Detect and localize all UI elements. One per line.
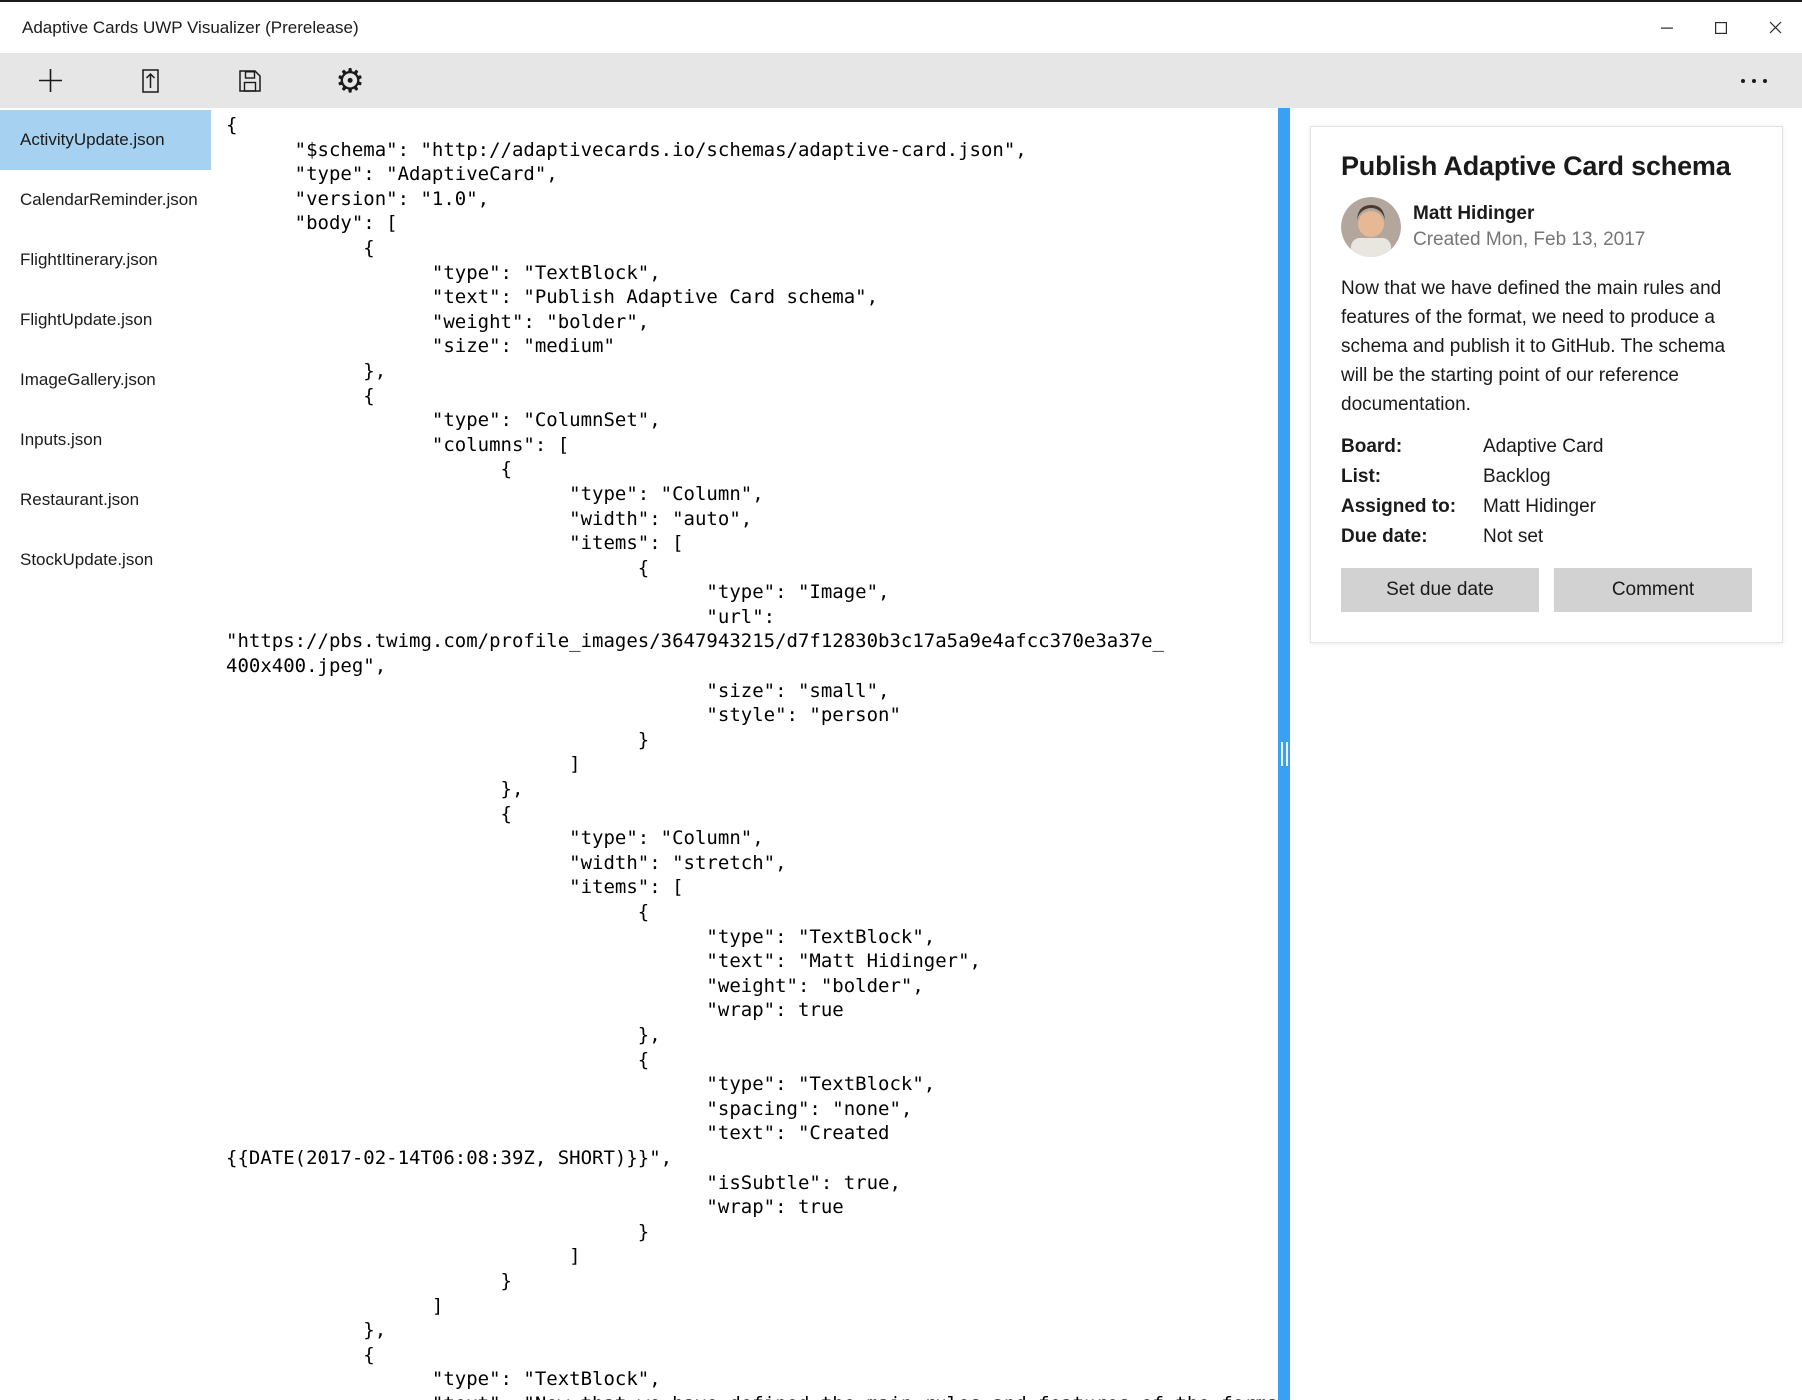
author-name: Matt Hidinger	[1413, 203, 1535, 224]
minimize-button[interactable]	[1640, 2, 1694, 53]
card-actions: Set due date Comment	[1341, 568, 1752, 612]
fact-value: Backlog	[1483, 466, 1551, 487]
maximize-button[interactable]	[1694, 2, 1748, 53]
title-bar: Adaptive Cards UWP Visualizer (Prereleas…	[0, 2, 1802, 53]
sidebar-item-restaurant[interactable]: Restaurant.json	[0, 470, 211, 530]
sidebar-item-activityupdate[interactable]: ActivityUpdate.json	[0, 110, 211, 170]
fact-label: Board:	[1341, 436, 1403, 457]
sidebar-item-imagegallery[interactable]: ImageGallery.json	[0, 350, 211, 410]
json-editor-pane: { "$schema": "http://adaptivecards.io/sc…	[211, 108, 1278, 1400]
app-window: Adaptive Cards UWP Visualizer (Prereleas…	[0, 0, 1802, 1400]
pane-splitter[interactable]	[1278, 108, 1290, 1400]
card-title: Publish Adaptive Card schema	[1341, 151, 1731, 181]
fact-value: Not set	[1483, 526, 1544, 547]
fact-label: List:	[1341, 466, 1382, 487]
more-button[interactable]	[1724, 53, 1784, 108]
toolbar: ⚙	[0, 53, 1802, 108]
settings-button[interactable]: ⚙	[314, 53, 386, 108]
splitter-grip-icon	[1280, 742, 1288, 766]
add-icon	[38, 69, 62, 92]
author-text: Matt Hidinger Created Mon, Feb 13, 2017	[1413, 203, 1645, 251]
window-controls	[1640, 2, 1802, 53]
open-file-button[interactable]	[114, 53, 186, 108]
json-code[interactable]: { "$schema": "http://adaptivecards.io/sc…	[211, 108, 1278, 1400]
save-button[interactable]	[214, 53, 286, 108]
fact-value: Matt Hidinger	[1483, 496, 1596, 517]
card-description: Now that we have defined the main rules …	[1341, 278, 1726, 415]
fact-value: Adaptive Card	[1483, 436, 1604, 457]
card-preview-pane: Publish Adaptive Card schema Matt Hiding…	[1290, 108, 1802, 1400]
fact-label: Assigned to:	[1341, 496, 1457, 517]
sidebar-item-stockupdate[interactable]: StockUpdate.json	[0, 530, 211, 590]
adaptive-card: Publish Adaptive Card schema Matt Hiding…	[1310, 126, 1783, 643]
open-file-icon	[142, 68, 159, 93]
fact-row: Due date: Not set	[1341, 522, 1752, 552]
window-title: Adaptive Cards UWP Visualizer (Prereleas…	[22, 17, 359, 37]
close-button[interactable]	[1748, 2, 1802, 53]
fact-row: Board: Adaptive Card	[1341, 432, 1752, 462]
main-content: ActivityUpdate.json CalendarReminder.jso…	[0, 108, 1802, 1400]
fact-row: Assigned to: Matt Hidinger	[1341, 492, 1752, 522]
avatar	[1341, 197, 1401, 257]
sidebar-item-flightupdate[interactable]: FlightUpdate.json	[0, 290, 211, 350]
file-list: ActivityUpdate.json CalendarReminder.jso…	[0, 108, 211, 1400]
close-icon	[1769, 21, 1781, 34]
new-card-button[interactable]	[14, 53, 86, 108]
sidebar-item-inputs[interactable]: Inputs.json	[0, 410, 211, 470]
save-icon	[239, 69, 261, 92]
sidebar-item-flightitinerary[interactable]: FlightItinerary.json	[0, 230, 211, 290]
sidebar-item-calendarreminder[interactable]: CalendarReminder.json	[0, 170, 211, 230]
set-due-date-button[interactable]: Set due date	[1341, 568, 1539, 612]
author-block: Matt Hidinger Created Mon, Feb 13, 2017	[1341, 197, 1752, 257]
minimize-icon	[1661, 27, 1673, 29]
fact-set: Board: Adaptive Card List: Backlog Assig…	[1341, 432, 1752, 552]
more-icon	[1741, 78, 1745, 83]
created-date: Created Mon, Feb 13, 2017	[1413, 229, 1646, 250]
person-photo-icon	[1341, 197, 1401, 257]
comment-button[interactable]: Comment	[1554, 568, 1752, 612]
fact-row: List: Backlog	[1341, 462, 1752, 492]
settings-icon: ⚙	[335, 61, 365, 100]
maximize-icon	[1715, 21, 1727, 34]
fact-label: Due date:	[1341, 526, 1428, 547]
